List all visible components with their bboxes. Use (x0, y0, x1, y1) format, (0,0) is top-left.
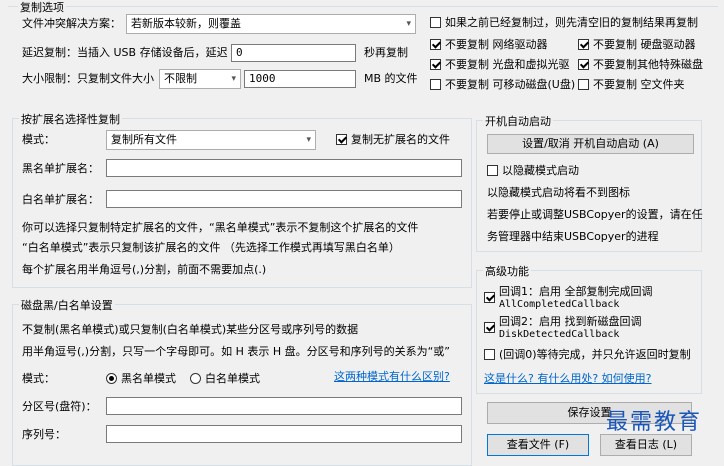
checkbox-label: (回调0)等待完成，并只允许返回时复制 (499, 348, 691, 361)
delay-input[interactable]: 0 (231, 44, 356, 62)
checkbox-box[interactable] (484, 322, 495, 333)
checkbox-label: 回调1：启用 全部复制完成回调 (499, 285, 653, 298)
callback1-name: AllCompletedCallback (499, 299, 620, 310)
size-label: 大小限制：只复制文件大小 (22, 72, 154, 85)
whitelist-mode-radio[interactable]: 白名单模式 (190, 372, 260, 386)
ext-mode-value: 复制所有文件 (111, 133, 177, 146)
ext-filter-legend: 按扩展名选择性复制 (19, 111, 122, 127)
skip-optical-drive-checkbox[interactable]: 不要复制 光盘和虚拟光驱 (430, 58, 570, 72)
partition-input[interactable] (106, 397, 462, 415)
size-mode-select[interactable]: 不限制 ▾ (159, 69, 241, 89)
conflict-select[interactable]: 若新版本较新，则覆盖 ▾ (126, 14, 416, 34)
checkbox-box[interactable] (578, 59, 589, 70)
skip-network-drive-checkbox[interactable]: 不要复制 网络驱动器 (430, 38, 548, 52)
clear-before-copy-checkbox[interactable]: 如果之前已经复制过，则先清空旧的复制结果再复制 (430, 16, 698, 30)
callback1-checkbox[interactable]: 回调1：启用 全部复制完成回调 AllCompletedCallback (484, 286, 653, 311)
radio-label: 白名单模式 (205, 372, 260, 385)
checkbox-box[interactable] (484, 292, 495, 303)
autostart-legend: 开机自动启动 (483, 113, 553, 129)
checkbox-box[interactable] (430, 39, 441, 50)
whitelist-label: 白名单扩展名： (22, 193, 99, 206)
callback2-name: DiskDetectedCallback (499, 329, 620, 340)
checkbox-label: 不要复制 硬盘驱动器 (593, 38, 696, 51)
checkbox-box[interactable] (578, 39, 589, 50)
callback-help-link[interactable]: 这是什么? 有什么用处? 如何使用? (484, 372, 652, 386)
checkbox-box[interactable] (336, 134, 347, 145)
blacklist-input[interactable] (106, 159, 462, 177)
autostart-info-2: 若要停止或调整USBCopyer的设置，请在任 (487, 208, 703, 221)
callback2-checkbox[interactable]: 回调2：启用 找到新磁盘回调 DiskDetectedCallback (484, 316, 642, 341)
serial-label: 序列号： (22, 428, 66, 441)
size-mode-value: 不限制 (164, 72, 197, 85)
hidden-mode-checkbox[interactable]: 以隐藏模式启动 (487, 164, 579, 178)
skip-hard-drive-checkbox[interactable]: 不要复制 硬盘驱动器 (578, 38, 696, 52)
advanced-legend: 高级功能 (483, 263, 531, 279)
disk-filter-legend: 磁盘黑/白名单设置 (19, 297, 115, 313)
view-log-button[interactable]: 查看日志 (L) (600, 434, 692, 456)
checkbox-box[interactable] (487, 165, 498, 176)
size-unit: MB 的文件 (364, 72, 418, 85)
ext-desc-1: 你可以选择只复制特定扩展名的文件，“黑名单模式”表示不复制这个扩展名的文件 (22, 221, 419, 234)
checkbox-label: 不要复制 空文件夹 (593, 78, 685, 91)
checkbox-label: 回调2：启用 找到新磁盘回调 (499, 315, 642, 328)
checkbox-box[interactable] (484, 349, 495, 360)
radio-label: 黑名单模式 (121, 372, 176, 385)
conflict-label: 文件冲突解决方案： (22, 17, 121, 30)
checkbox-label: 如果之前已经复制过，则先清空旧的复制结果再复制 (445, 16, 698, 29)
checkbox-label: 不要复制 可移动磁盘(U盘) (445, 78, 576, 91)
partition-label: 分区号(盘符)： (22, 400, 97, 413)
autostart-info-1: 以隐藏模式启动将看不到图标 (487, 186, 630, 199)
ext-mode-label: 模式： (22, 133, 55, 146)
checkbox-label: 不要复制 光盘和虚拟光驱 (445, 58, 570, 71)
callback0-checkbox[interactable]: (回调0)等待完成，并只允许返回时复制 (484, 348, 691, 362)
blacklist-label: 黑名单扩展名： (22, 162, 99, 175)
checkbox-box[interactable] (578, 79, 589, 90)
skip-empty-folders-checkbox[interactable]: 不要复制 空文件夹 (578, 78, 685, 92)
checkbox-label: 复制无扩展名的文件 (351, 133, 450, 146)
autostart-info-3: 务管理器中结束USBCopyer的进程 (487, 230, 659, 243)
radio-circle[interactable] (106, 373, 117, 384)
checkbox-box[interactable] (430, 79, 441, 90)
delay-label: 延迟复制：当插入 USB 存储设备后，延迟 (22, 46, 228, 59)
conflict-select-value: 若新版本较新，则覆盖 (131, 17, 241, 30)
radio-circle[interactable] (190, 373, 201, 384)
view-files-button[interactable]: 查看文件 (F) (487, 434, 589, 456)
skip-special-disks-checkbox[interactable]: 不要复制其他特殊磁盘 (578, 58, 703, 72)
checkbox-label: 不要复制 网络驱动器 (445, 38, 548, 51)
watermark-text: 最需教育 (606, 410, 703, 435)
mode-difference-link[interactable]: 这两种模式有什么区别? (334, 370, 450, 384)
ext-desc-2: “白名单模式”表示只复制该扩展名的文件 （先选择工作模式再填写黑白名单） (22, 241, 400, 254)
checkbox-box[interactable] (430, 59, 441, 70)
blacklist-mode-radio[interactable]: 黑名单模式 (106, 372, 176, 386)
size-value-input[interactable]: 1000 (244, 70, 356, 88)
disk-desc-2: 用半角逗号(,)分割，只写一个字母即可。如 H 表示 H 盘。分区号和序列号的关… (22, 345, 451, 358)
ext-desc-3: 每个扩展名用半角逗号(,)分割，前面不需要加点(.) (22, 263, 267, 276)
checkbox-label: 以隐藏模式启动 (502, 164, 579, 177)
ext-mode-select[interactable]: 复制所有文件 ▾ (106, 130, 316, 150)
copy-options-legend: 复制选项 (18, 0, 66, 15)
chevron-down-icon: ▾ (231, 74, 236, 84)
copy-no-ext-checkbox[interactable]: 复制无扩展名的文件 (336, 133, 450, 147)
chevron-down-icon: ▾ (306, 135, 311, 145)
chevron-down-icon: ▾ (406, 19, 411, 29)
whitelist-input[interactable] (106, 190, 462, 208)
disk-mode-label: 模式： (22, 372, 55, 385)
delay-unit: 秒再复制 (364, 46, 408, 59)
skip-removable-disk-checkbox[interactable]: 不要复制 可移动磁盘(U盘) (430, 78, 575, 92)
toggle-autostart-button[interactable]: 设置/取消 开机自动启动 (A) (487, 134, 694, 154)
checkbox-label: 不要复制其他特殊磁盘 (593, 58, 703, 71)
disk-desc-1: 不复制(黑名单模式)或只复制(白名单模式)某些分区号或序列号的数据 (22, 323, 359, 336)
checkbox-box[interactable] (430, 17, 441, 28)
serial-input[interactable] (106, 425, 462, 443)
